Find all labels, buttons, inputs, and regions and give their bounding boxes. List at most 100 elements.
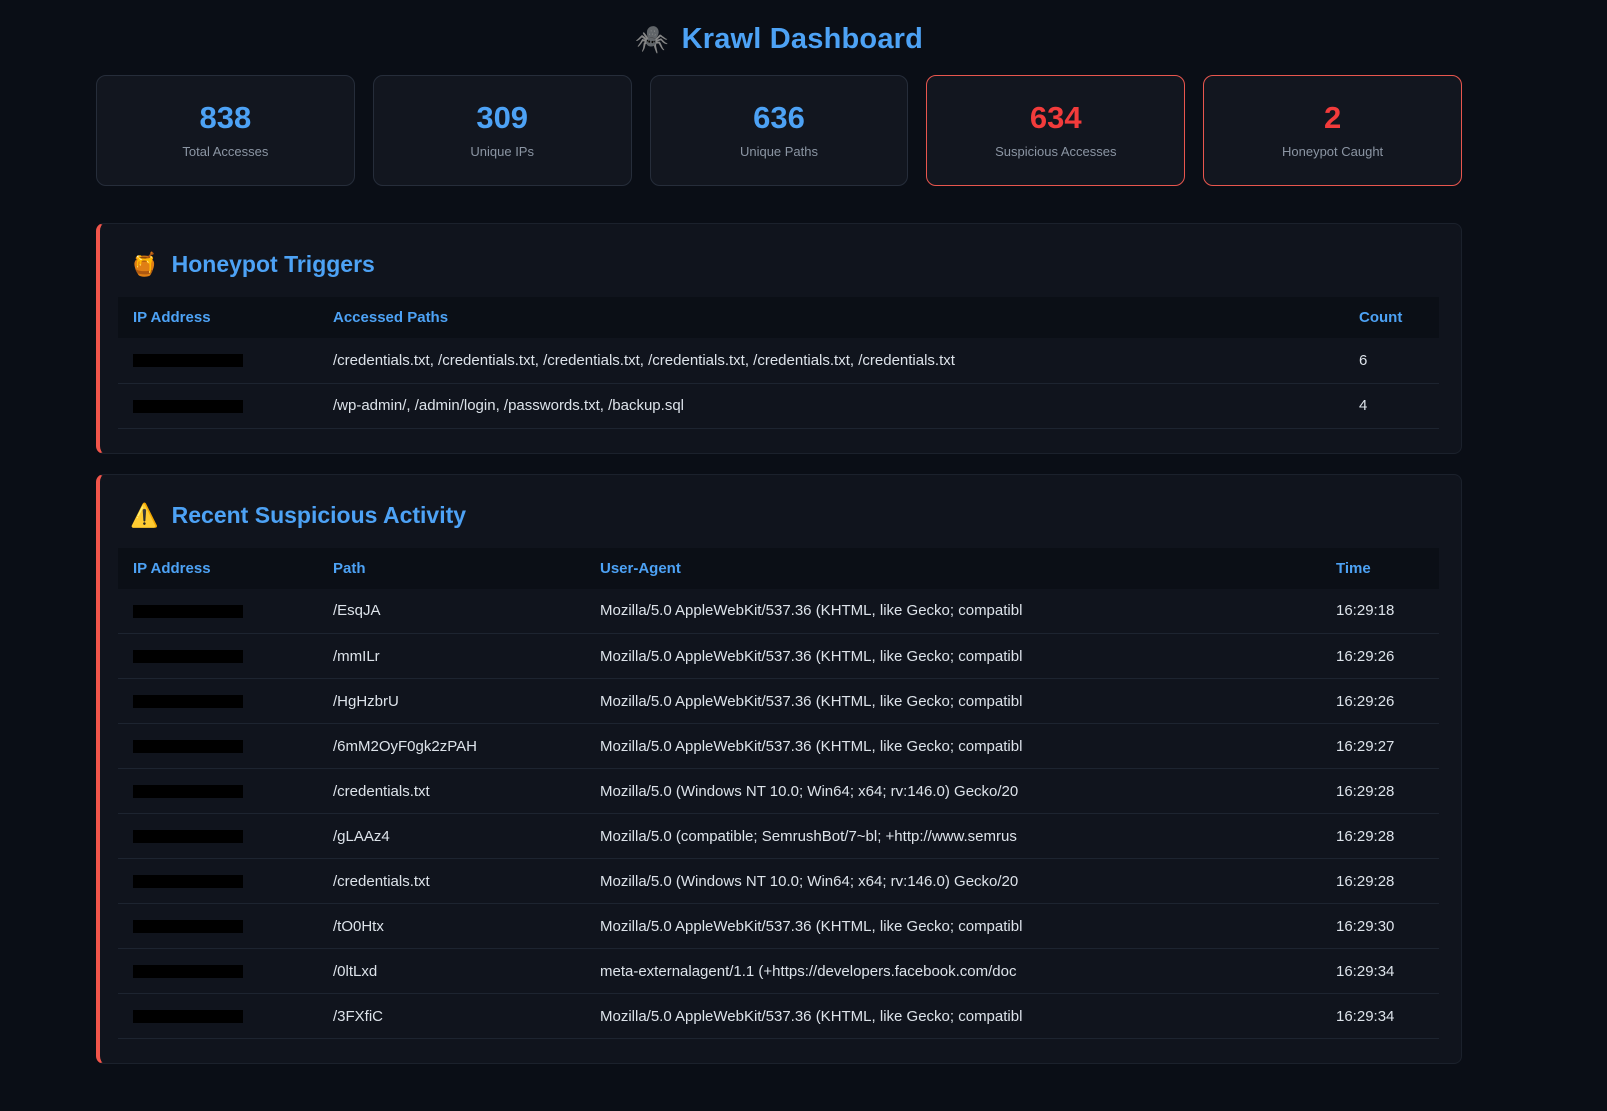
dashboard-page: 🕷️ Krawl Dashboard 838 Total Accesses 30… xyxy=(96,0,1462,1064)
ip-cell xyxy=(118,589,318,634)
table-row: /EsqJAMozilla/5.0 AppleWebKit/537.36 (KH… xyxy=(118,589,1439,634)
column-header-count: Count xyxy=(1344,297,1439,338)
stat-label: Total Accesses xyxy=(182,144,268,159)
column-header-ip-address: IP Address xyxy=(118,548,318,589)
redacted-ip xyxy=(133,965,243,978)
table-header-row: IP Address Path User-Agent Time xyxy=(118,548,1439,589)
time-cell: 16:29:28 xyxy=(1321,769,1439,814)
table-row: /credentials.txtMozilla/5.0 (Windows NT … xyxy=(118,769,1439,814)
suspicious-table-head: IP Address Path User-Agent Time xyxy=(118,548,1439,589)
time-cell: 16:29:27 xyxy=(1321,724,1439,769)
table-row: /tO0HtxMozilla/5.0 AppleWebKit/537.36 (K… xyxy=(118,904,1439,949)
honeypot-section-header: 🍯 Honeypot Triggers xyxy=(118,224,1439,297)
ip-cell xyxy=(118,769,318,814)
ip-cell xyxy=(118,383,318,428)
ip-cell xyxy=(118,994,318,1039)
ip-cell xyxy=(118,338,318,383)
honeypot-triggers-panel: 🍯 Honeypot Triggers IP Address Accessed … xyxy=(96,223,1462,454)
redacted-ip xyxy=(133,695,243,708)
suspicious-section-header: ⚠️ Recent Suspicious Activity xyxy=(118,475,1439,548)
redacted-ip xyxy=(133,354,243,367)
time-cell: 16:29:26 xyxy=(1321,634,1439,679)
spider-icon: 🕷️ xyxy=(635,26,669,53)
table-row: /credentials.txtMozilla/5.0 (Windows NT … xyxy=(118,859,1439,904)
table-row: /0ltLxdmeta-externalagent/1.1 (+https://… xyxy=(118,949,1439,994)
count-cell: 4 xyxy=(1344,383,1439,428)
accessed-paths-cell: /credentials.txt, /credentials.txt, /cre… xyxy=(318,338,1344,383)
honeypot-icon: 🍯 xyxy=(130,253,159,276)
ip-cell xyxy=(118,679,318,724)
ip-cell xyxy=(118,634,318,679)
time-cell: 16:29:30 xyxy=(1321,904,1439,949)
path-cell: /credentials.txt xyxy=(318,859,585,904)
page-title: Krawl Dashboard xyxy=(682,23,924,56)
count-cell: 6 xyxy=(1344,338,1439,383)
redacted-ip xyxy=(133,830,243,843)
ip-cell xyxy=(118,859,318,904)
stat-card-total-accesses: 838 Total Accesses xyxy=(96,75,355,186)
table-row: /gLAAz4Mozilla/5.0 (compatible; SemrushB… xyxy=(118,814,1439,859)
user-agent-cell: Mozilla/5.0 (Windows NT 10.0; Win64; x64… xyxy=(585,859,1321,904)
path-cell: /0ltLxd xyxy=(318,949,585,994)
redacted-ip xyxy=(133,920,243,933)
redacted-ip xyxy=(133,605,243,618)
ip-cell xyxy=(118,724,318,769)
user-agent-cell: Mozilla/5.0 AppleWebKit/537.36 (KHTML, l… xyxy=(585,904,1321,949)
honeypot-table-head: IP Address Accessed Paths Count xyxy=(118,297,1439,338)
stats-row: 838 Total Accesses 309 Unique IPs 636 Un… xyxy=(96,75,1462,186)
time-cell: 16:29:28 xyxy=(1321,814,1439,859)
column-header-accessed-paths: Accessed Paths xyxy=(318,297,1344,338)
ip-cell xyxy=(118,949,318,994)
stat-label: Suspicious Accesses xyxy=(995,144,1116,159)
path-cell: /mmILr xyxy=(318,634,585,679)
redacted-ip xyxy=(133,740,243,753)
section-title-honeypot: Honeypot Triggers xyxy=(172,251,375,278)
stat-value: 838 xyxy=(200,102,252,133)
column-header-user-agent: User-Agent xyxy=(585,548,1321,589)
user-agent-cell: Mozilla/5.0 AppleWebKit/537.36 (KHTML, l… xyxy=(585,634,1321,679)
user-agent-cell: Mozilla/5.0 AppleWebKit/537.36 (KHTML, l… xyxy=(585,994,1321,1039)
stat-value: 636 xyxy=(753,102,805,133)
user-agent-cell: Mozilla/5.0 (compatible; SemrushBot/7~bl… xyxy=(585,814,1321,859)
table-row: /6mM2OyF0gk2zPAHMozilla/5.0 AppleWebKit/… xyxy=(118,724,1439,769)
column-header-time: Time xyxy=(1321,548,1439,589)
stat-label: Honeypot Caught xyxy=(1282,144,1383,159)
user-agent-cell: Mozilla/5.0 (Windows NT 10.0; Win64; x64… xyxy=(585,769,1321,814)
path-cell: /6mM2OyF0gk2zPAH xyxy=(318,724,585,769)
path-cell: /EsqJA xyxy=(318,589,585,634)
stat-card-unique-ips: 309 Unique IPs xyxy=(373,75,632,186)
redacted-ip xyxy=(133,400,243,413)
table-row: /HgHzbrUMozilla/5.0 AppleWebKit/537.36 (… xyxy=(118,679,1439,724)
user-agent-cell: Mozilla/5.0 AppleWebKit/537.36 (KHTML, l… xyxy=(585,589,1321,634)
time-cell: 16:29:28 xyxy=(1321,859,1439,904)
column-header-ip-address: IP Address xyxy=(118,297,318,338)
table-row: /mmILrMozilla/5.0 AppleWebKit/537.36 (KH… xyxy=(118,634,1439,679)
section-title-suspicious: Recent Suspicious Activity xyxy=(172,502,466,529)
time-cell: 16:29:34 xyxy=(1321,994,1439,1039)
redacted-ip xyxy=(133,650,243,663)
table-header-row: IP Address Accessed Paths Count xyxy=(118,297,1439,338)
redacted-ip xyxy=(133,875,243,888)
redacted-ip xyxy=(133,785,243,798)
warning-icon: ⚠️ xyxy=(130,504,159,527)
stat-card-honeypot-caught: 2 Honeypot Caught xyxy=(1203,75,1462,186)
time-cell: 16:29:34 xyxy=(1321,949,1439,994)
suspicious-activity-panel: ⚠️ Recent Suspicious Activity IP Address… xyxy=(96,474,1462,1065)
stat-card-unique-paths: 636 Unique Paths xyxy=(650,75,909,186)
time-cell: 16:29:18 xyxy=(1321,589,1439,634)
honeypot-table-body: /credentials.txt, /credentials.txt, /cre… xyxy=(118,338,1439,428)
path-cell: /gLAAz4 xyxy=(318,814,585,859)
path-cell: /3FXfiC xyxy=(318,994,585,1039)
path-cell: /credentials.txt xyxy=(318,769,585,814)
path-cell: /HgHzbrU xyxy=(318,679,585,724)
stat-card-suspicious-accesses: 634 Suspicious Accesses xyxy=(926,75,1185,186)
stat-value: 309 xyxy=(476,102,528,133)
user-agent-cell: Mozilla/5.0 AppleWebKit/537.36 (KHTML, l… xyxy=(585,679,1321,724)
stat-label: Unique IPs xyxy=(470,144,534,159)
table-row: /credentials.txt, /credentials.txt, /cre… xyxy=(118,338,1439,383)
column-header-path: Path xyxy=(318,548,585,589)
stat-value: 634 xyxy=(1030,102,1082,133)
ip-cell xyxy=(118,904,318,949)
user-agent-cell: meta-externalagent/1.1 (+https://develop… xyxy=(585,949,1321,994)
time-cell: 16:29:26 xyxy=(1321,679,1439,724)
